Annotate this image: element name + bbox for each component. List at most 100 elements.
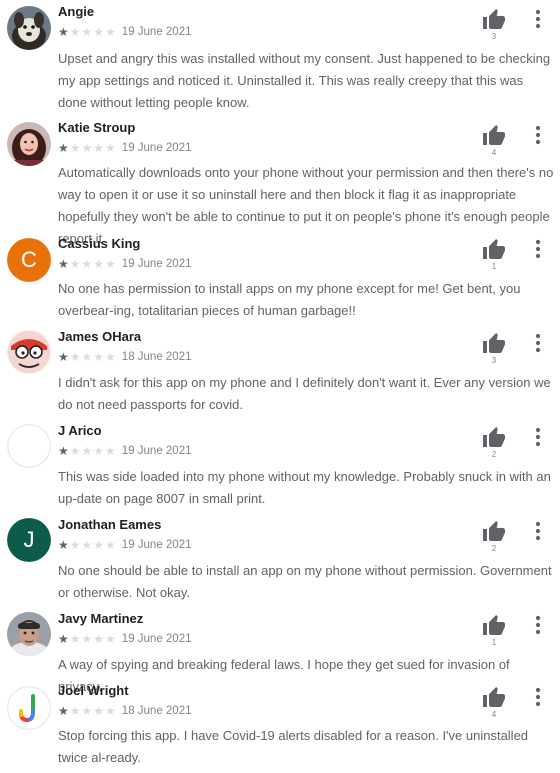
thumbs-up-icon — [482, 614, 506, 638]
review-text: Upset and angry this was installed witho… — [58, 51, 551, 110]
helpful-count: 4 — [491, 148, 497, 157]
avatar-cartoon-character — [7, 330, 51, 374]
avatar-dog-photo — [7, 6, 51, 50]
star-icon: ★★★★ — [69, 25, 117, 39]
review-rating: ★★★★★ 18 June 2021 — [58, 350, 192, 364]
avatar-man-photo — [7, 612, 51, 656]
star-rating: ★★★★★ — [58, 258, 117, 270]
star-rating: ★★★★★ — [58, 633, 117, 645]
thumbs-up-icon — [482, 426, 506, 450]
review-date: 19 June 2021 — [121, 258, 192, 270]
more-vert-icon — [530, 614, 546, 636]
helpful-button[interactable] — [482, 8, 506, 32]
star-rating: ★★★★★ — [58, 26, 117, 38]
star-icon: ★ — [58, 444, 70, 458]
star-icon: ★ — [58, 25, 70, 39]
review-rating: ★★★★★ 19 June 2021 — [58, 632, 192, 646]
helpful-count: 1 — [491, 638, 497, 647]
review-text: No one should be able to install an app … — [58, 563, 552, 600]
star-icon: ★ — [58, 632, 70, 646]
review-author: James OHara — [58, 329, 142, 344]
star-rating: ★★★★★ — [58, 142, 117, 154]
thumbs-up-icon — [482, 124, 506, 148]
star-icon: ★ — [58, 350, 70, 364]
star-rating: ★★★★★ — [58, 351, 117, 363]
avatar-initial: J — [7, 518, 51, 562]
review-date: 19 June 2021 — [121, 633, 192, 645]
avatar-initial: C — [7, 238, 51, 282]
helpful-count: 2 — [491, 544, 497, 553]
review-author: J Arico — [58, 423, 102, 438]
helpful-count: 3 — [491, 356, 497, 365]
more-options-button[interactable] — [530, 426, 546, 448]
helpful-button[interactable] — [482, 332, 506, 356]
star-icon: ★ — [58, 257, 70, 271]
helpful-button[interactable] — [482, 686, 506, 710]
review-author: Katie Stroup — [58, 120, 136, 135]
more-options-button[interactable] — [530, 614, 546, 636]
more-options-button[interactable] — [530, 332, 546, 354]
star-icon: ★★★★ — [69, 632, 117, 646]
review-text: This was side loaded into my phone witho… — [58, 469, 551, 506]
more-vert-icon — [530, 332, 546, 354]
review-date: 18 June 2021 — [121, 705, 192, 717]
review-date: 19 June 2021 — [121, 445, 192, 457]
star-rating: ★★★★★ — [58, 539, 117, 551]
star-icon: ★★★★ — [69, 538, 117, 552]
helpful-button[interactable] — [482, 614, 506, 638]
review-author: Jonathan Eames — [58, 517, 162, 532]
thumbs-up-icon — [482, 520, 506, 544]
review-text: Stop forcing this app. I have Covid-19 a… — [58, 728, 529, 765]
helpful-count: 1 — [491, 262, 497, 271]
more-options-button[interactable] — [530, 124, 546, 146]
thumbs-up-icon — [482, 238, 506, 262]
more-vert-icon — [530, 686, 546, 708]
review-rating: ★★★★★ 19 June 2021 — [58, 25, 192, 39]
more-options-button[interactable] — [530, 8, 546, 30]
avatar-google-logo — [7, 686, 51, 730]
star-icon: ★★★★ — [69, 257, 117, 271]
review-text: I didn't ask for this app on my phone an… — [58, 375, 551, 412]
more-options-button[interactable] — [530, 238, 546, 260]
star-icon: ★ — [58, 538, 70, 552]
star-icon: ★ — [58, 141, 70, 155]
review-author: Joel Wright — [58, 683, 129, 698]
review-rating: ★★★★★ 19 June 2021 — [58, 257, 192, 271]
helpful-button[interactable] — [482, 238, 506, 262]
helpful-count: 2 — [491, 450, 497, 459]
review-date: 19 June 2021 — [121, 26, 192, 38]
review-rating: ★★★★★ 19 June 2021 — [58, 141, 192, 155]
thumbs-up-icon — [482, 686, 506, 710]
star-rating: ★★★★★ — [58, 705, 117, 717]
star-icon: ★★★★ — [69, 141, 117, 155]
more-options-button[interactable] — [530, 686, 546, 708]
helpful-button[interactable] — [482, 426, 506, 450]
review-date: 19 June 2021 — [121, 539, 192, 551]
review-text: A way of spying and breaking federal law… — [58, 657, 510, 694]
star-icon: ★ — [58, 704, 70, 718]
star-icon: ★★★★ — [69, 704, 117, 718]
more-vert-icon — [530, 124, 546, 146]
star-icon: ★★★★ — [69, 444, 117, 458]
review-date: 18 June 2021 — [121, 351, 192, 363]
star-icon: ★★★★ — [69, 350, 117, 364]
helpful-button[interactable] — [482, 124, 506, 148]
more-options-button[interactable] — [530, 520, 546, 542]
thumbs-up-icon — [482, 8, 506, 32]
more-vert-icon — [530, 238, 546, 260]
avatar-letter: J — [23, 527, 35, 552]
review-rating: ★★★★★ 19 June 2021 — [58, 538, 192, 552]
helpful-count: 3 — [491, 32, 497, 41]
star-rating: ★★★★★ — [58, 445, 117, 457]
review-author: Cassius King — [58, 236, 141, 251]
helpful-button[interactable] — [482, 520, 506, 544]
more-vert-icon — [530, 8, 546, 30]
avatar-letter: C — [21, 247, 37, 272]
review-date: 19 June 2021 — [121, 142, 192, 154]
more-vert-icon — [530, 520, 546, 542]
more-vert-icon — [530, 426, 546, 448]
review-rating: ★★★★★ 18 June 2021 — [58, 704, 192, 718]
thumbs-up-icon — [482, 332, 506, 356]
avatar-woman-photo — [7, 122, 51, 166]
review-rating: ★★★★★ 19 June 2021 — [58, 444, 192, 458]
